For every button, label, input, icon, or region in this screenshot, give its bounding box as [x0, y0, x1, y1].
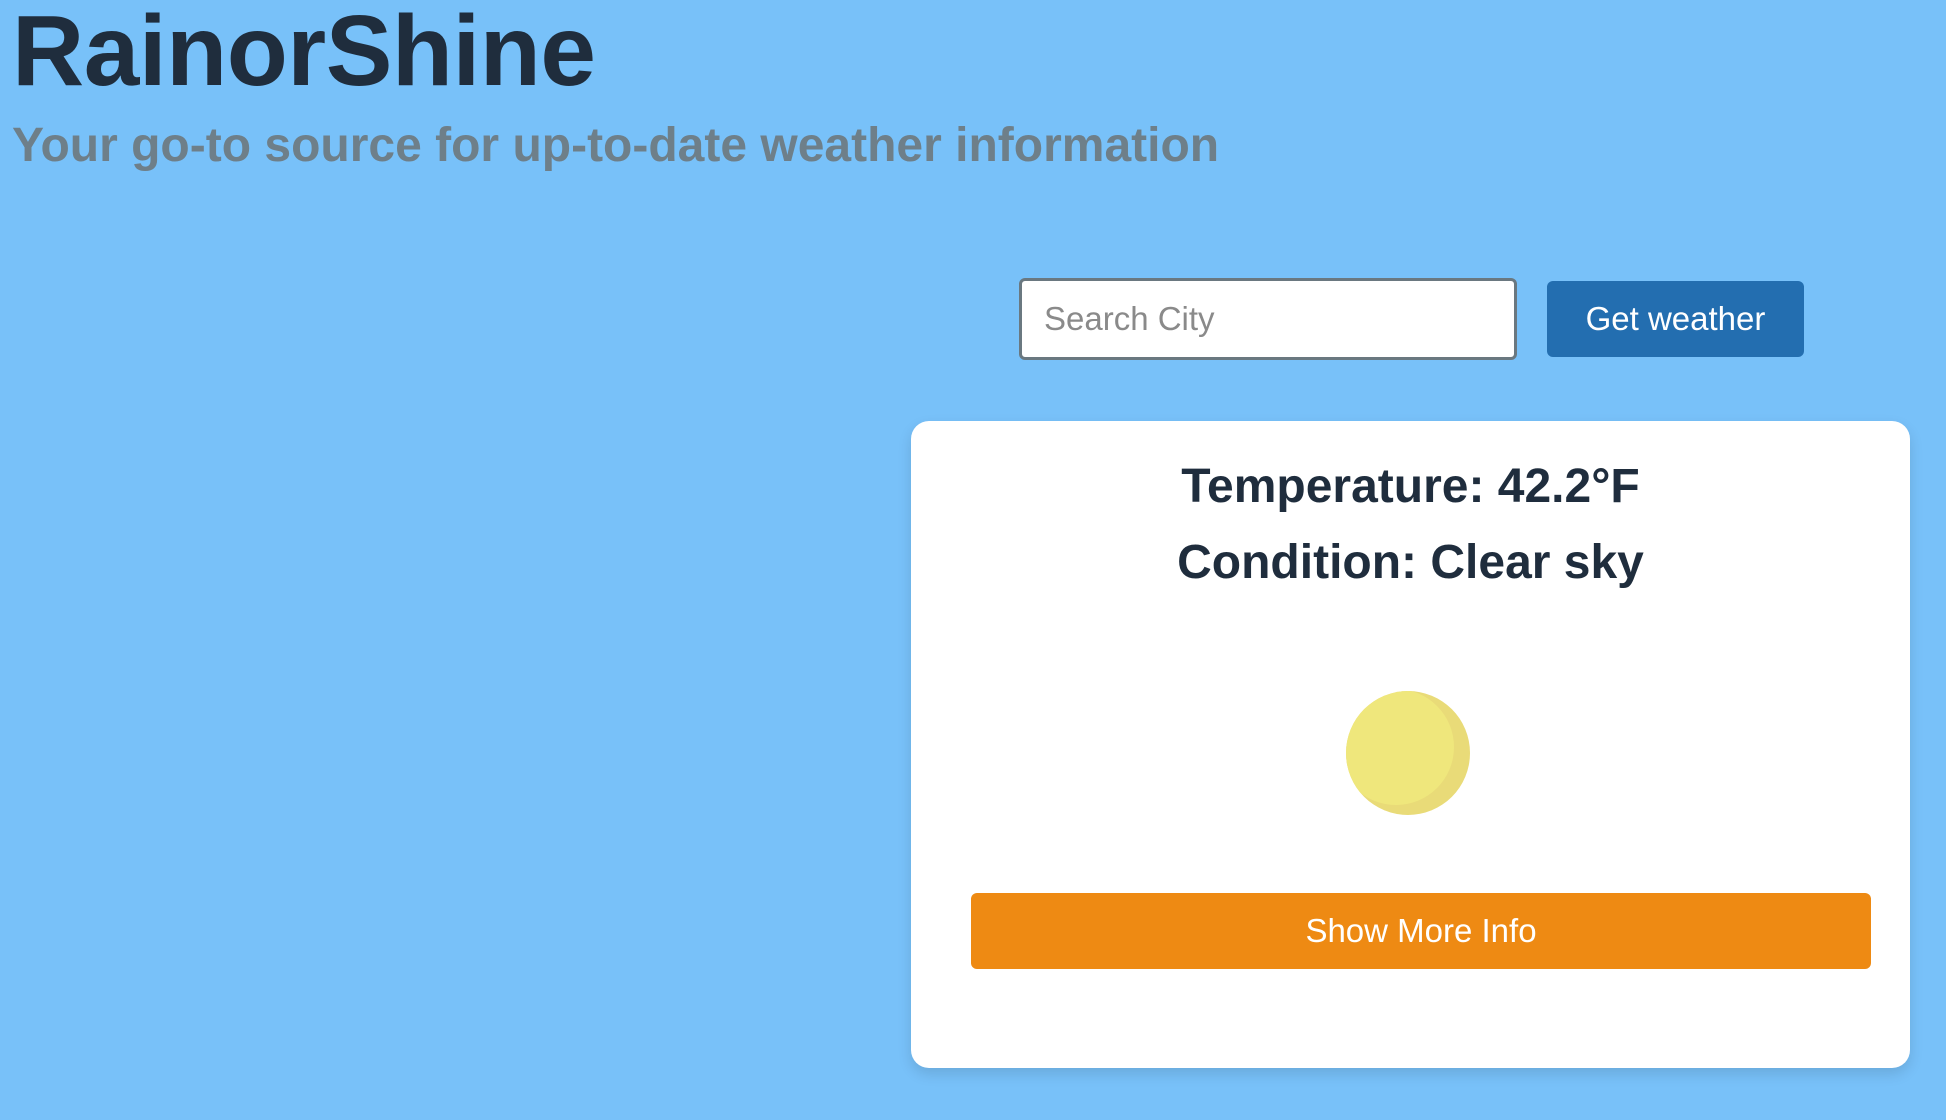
weather-card: Temperature: 42.2°F Condition: Clear sky…: [911, 421, 1910, 1068]
search-city-input[interactable]: [1019, 278, 1517, 360]
condition-text: Condition: Clear sky: [1177, 536, 1644, 589]
app-tagline: Your go-to source for up-to-date weather…: [12, 119, 1220, 172]
sun-icon: [1346, 691, 1470, 815]
show-more-info-button[interactable]: Show More Info: [971, 893, 1871, 969]
app-title: RainorShine: [12, 0, 596, 107]
temperature-text: Temperature: 42.2°F: [1181, 460, 1640, 513]
get-weather-button[interactable]: Get weather: [1547, 281, 1804, 357]
